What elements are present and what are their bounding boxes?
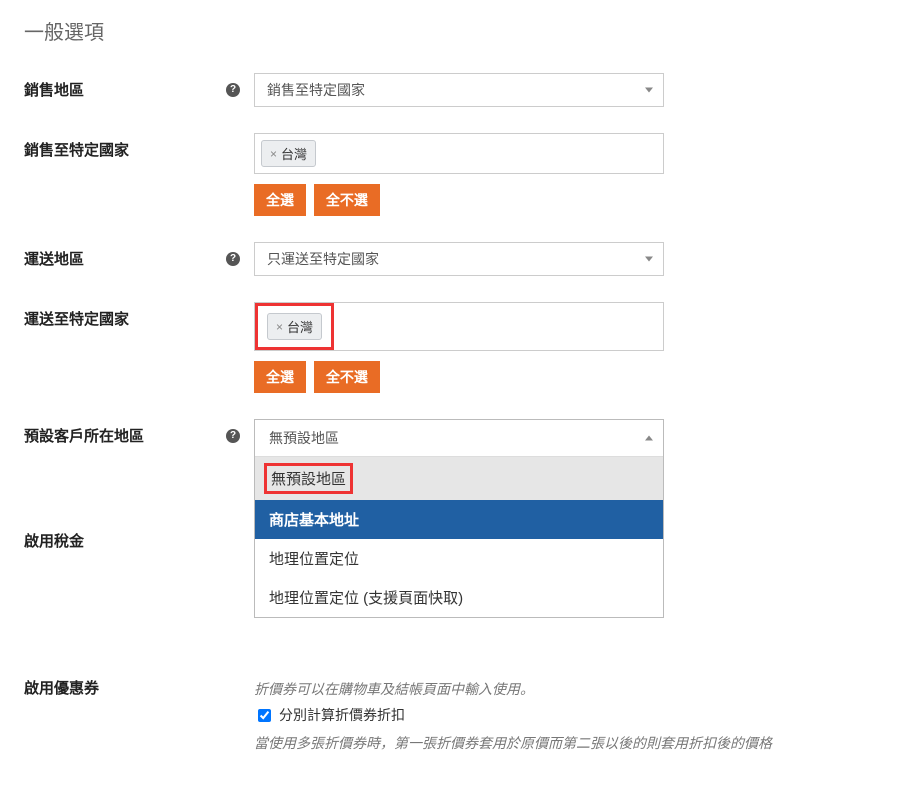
chip-label: 台灣 — [281, 144, 307, 163]
row-shipping-locations: 運送地區 ? 只運送至特定國家 — [24, 242, 876, 276]
select-default-location[interactable]: 無預設地區 無預設地區 商店基本地址 地理位置定位 地理位置定位 (支援頁面快取… — [254, 419, 664, 618]
section-title: 一般選項 — [24, 16, 876, 45]
checkbox-sequential-discount[interactable] — [258, 709, 271, 722]
label-ship-countries: 運送至特定國家 — [24, 302, 254, 329]
checkbox-label: 分別計算折價券折扣 — [279, 705, 405, 725]
label-selling-locations: 銷售地區 ? — [24, 73, 254, 100]
label-text: 銷售至特定國家 — [24, 139, 129, 160]
label-text: 銷售地區 — [24, 79, 84, 100]
row-default-location: 預設客戶所在地區 ? 無預設地區 無預設地區 商店基本地址 地理位置定位 地理位… — [24, 419, 876, 618]
select-all-button[interactable]: 全選 — [254, 184, 306, 216]
select-shipping-locations[interactable]: 只運送至特定國家 — [254, 242, 664, 276]
help-icon[interactable]: ? — [226, 252, 240, 266]
label-sell-countries: 銷售至特定國家 — [24, 133, 254, 160]
select-value: 銷售至特定國家 — [267, 82, 365, 98]
chip-label: 台灣 — [287, 317, 313, 336]
row-selling-locations: 銷售地區 ? 銷售至特定國家 — [24, 73, 876, 107]
row-ship-countries: 運送至特定國家 × 台灣 全選 全不選 — [24, 302, 876, 393]
option-geolocate[interactable]: 地理位置定位 — [255, 539, 663, 578]
label-default-location: 預設客戶所在地區 ? — [24, 419, 254, 446]
select-selling-locations[interactable]: 銷售至特定國家 — [254, 73, 664, 107]
row-enable-coupon: 啟用優惠券 折價券可以在購物車及結帳頁面中輸入使用。 分別計算折價券折扣 當使用… — [24, 671, 876, 759]
chip-taiwan[interactable]: × 台灣 — [267, 313, 322, 340]
label-text: 預設客戶所在地區 — [24, 425, 144, 446]
label-shipping-locations: 運送地區 ? — [24, 242, 254, 269]
close-icon[interactable]: × — [270, 148, 277, 160]
select-all-button[interactable]: 全選 — [254, 361, 306, 393]
option-label: 無預設地區 — [271, 471, 346, 488]
label-text: 運送地區 — [24, 248, 84, 269]
sell-countries-input[interactable]: × 台灣 — [254, 133, 664, 174]
row-sell-countries: 銷售至特定國家 × 台灣 全選 全不選 — [24, 133, 876, 216]
chevron-up-icon — [645, 436, 653, 441]
chevron-down-icon — [645, 257, 653, 262]
select-none-button[interactable]: 全不選 — [314, 184, 380, 216]
select-value[interactable]: 無預設地區 — [255, 420, 663, 457]
label-enable-coupon: 啟用優惠券 — [24, 671, 254, 698]
highlight-marker: 無預設地區 — [264, 463, 353, 494]
option-shop-base[interactable]: 商店基本地址 — [255, 500, 663, 539]
label-text: 運送至特定國家 — [24, 308, 129, 329]
coupon-help-1: 折價券可以在購物車及結帳頁面中輸入使用。 — [254, 679, 814, 699]
label-text: 啟用優惠券 — [24, 677, 99, 698]
select-value: 只運送至特定國家 — [267, 251, 379, 267]
close-icon[interactable]: × — [276, 321, 283, 333]
coupon-help-2: 當使用多張折價券時，第一張折價券套用於原價而第二張以後的則套用折扣後的價格 — [254, 733, 814, 753]
dropdown-list: 無預設地區 商店基本地址 地理位置定位 地理位置定位 (支援頁面快取) — [255, 457, 663, 617]
option-no-default[interactable]: 無預設地區 — [255, 457, 663, 500]
ship-countries-input[interactable]: × 台灣 — [254, 302, 664, 351]
chevron-down-icon — [645, 88, 653, 93]
help-icon[interactable]: ? — [226, 83, 240, 97]
option-geolocate-cache[interactable]: 地理位置定位 (支援頁面快取) — [255, 578, 663, 617]
highlight-marker: × 台灣 — [255, 303, 334, 350]
chip-taiwan[interactable]: × 台灣 — [261, 140, 316, 167]
help-icon[interactable]: ? — [226, 429, 240, 443]
select-none-button[interactable]: 全不選 — [314, 361, 380, 393]
